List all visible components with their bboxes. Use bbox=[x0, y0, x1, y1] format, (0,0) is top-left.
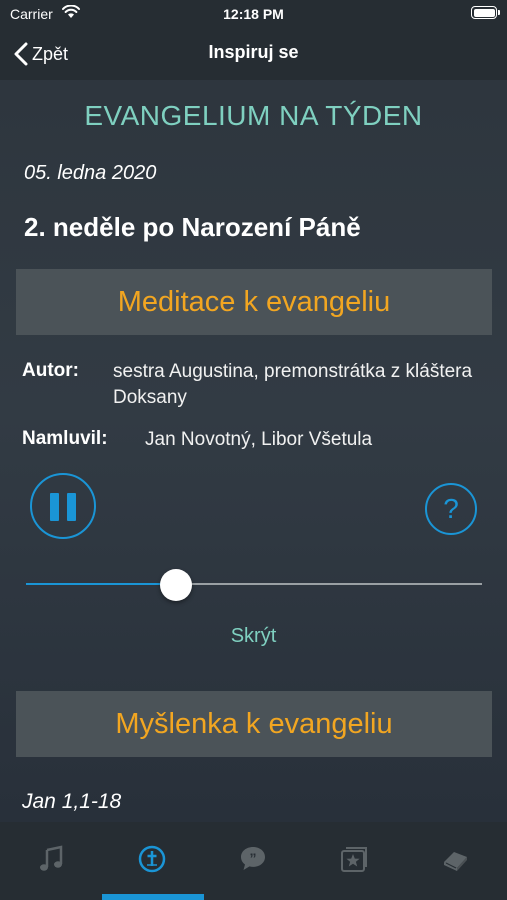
battery-icon bbox=[471, 6, 500, 19]
clock: 12:18 PM bbox=[223, 6, 284, 22]
music-note-icon bbox=[39, 845, 62, 871]
author-label: Autor: bbox=[22, 360, 79, 381]
pause-icon-bar-right bbox=[67, 493, 76, 521]
question-mark-icon: ? bbox=[443, 493, 459, 524]
cross-icon bbox=[138, 845, 165, 873]
page-title: Inspiruj se bbox=[208, 42, 299, 62]
tab-favorites[interactable] bbox=[303, 822, 404, 900]
hide-button[interactable]: Skrýt bbox=[0, 625, 507, 648]
liturgical-day-title: 2. neděle po Narození Páně bbox=[24, 212, 361, 242]
book-icon bbox=[443, 852, 467, 871]
thought-title: Myšlenka k evangeliu bbox=[115, 707, 393, 740]
slider-progress bbox=[26, 583, 177, 585]
narrator-value: Jan Novotný, Libor Všetula bbox=[145, 429, 373, 450]
playback-slider[interactable] bbox=[26, 569, 482, 601]
meditation-header[interactable]: Meditace k evangeliu bbox=[16, 269, 492, 335]
navigation-bar: Zpět Inspiruj se bbox=[0, 30, 507, 80]
narrator-label: Namluvil: bbox=[22, 428, 108, 449]
pause-button[interactable] bbox=[30, 473, 96, 539]
date-label: 05. ledna 2020 bbox=[24, 162, 157, 184]
star-card-icon bbox=[340, 847, 367, 872]
slider-thumb[interactable] bbox=[160, 569, 193, 601]
hide-label: Skrýt bbox=[230, 625, 277, 647]
thought-header[interactable]: Myšlenka k evangeliu bbox=[16, 691, 492, 757]
gospel-reference: Jan 1,1-18 bbox=[22, 790, 122, 813]
quote-icon: ” bbox=[240, 847, 265, 870]
meditation-title: Meditace k evangeliu bbox=[117, 285, 391, 318]
tab-bar: ” bbox=[0, 822, 507, 900]
section-heading: EVANGELIUM NA TÝDEN bbox=[84, 100, 423, 131]
svg-text:”: ” bbox=[249, 850, 256, 866]
active-tab-indicator bbox=[102, 894, 204, 900]
pause-icon-bar-left bbox=[50, 493, 59, 521]
author-value: sestra Augustina, premonstrátka z klášte… bbox=[113, 361, 473, 408]
tab-inspiration[interactable] bbox=[101, 822, 202, 900]
content-area[interactable]: EVANGELIUM NA TÝDEN 05. ledna 2020 2. ne… bbox=[0, 80, 507, 822]
help-button[interactable]: ? bbox=[425, 483, 477, 535]
tab-quotes[interactable]: ” bbox=[202, 822, 303, 900]
tab-bible[interactable] bbox=[404, 822, 505, 900]
status-bar: Carrier 12:18 PM bbox=[0, 0, 507, 30]
tab-music[interactable] bbox=[0, 822, 101, 900]
